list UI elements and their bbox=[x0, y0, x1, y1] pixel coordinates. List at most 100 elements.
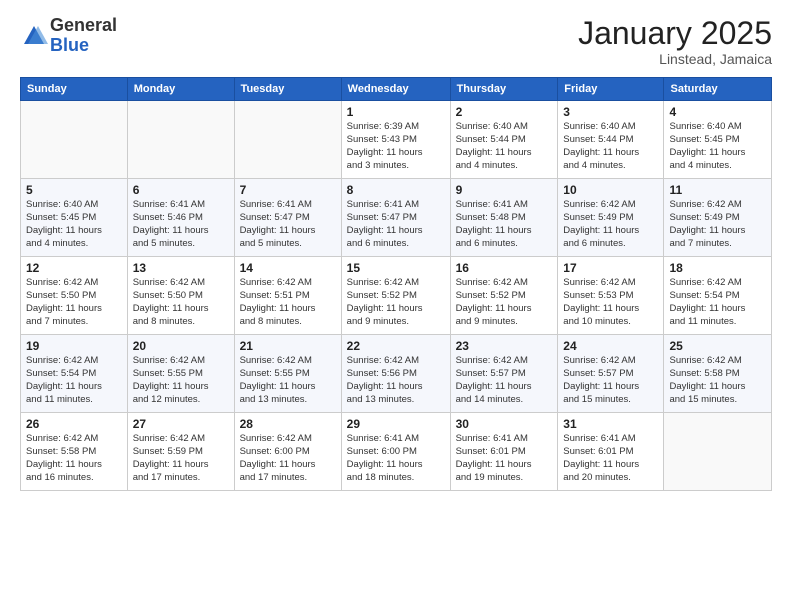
table-row: 23 Sunrise: 6:42 AM Sunset: 5:57 PM Dayli… bbox=[450, 335, 558, 413]
day-number: 8 bbox=[347, 183, 445, 197]
table-row: 25 Sunrise: 6:42 AM Sunset: 5:58 PM Dayli… bbox=[664, 335, 772, 413]
table-row: 21Sunrise: 6:42 AM Sunset: 5:55 PM Dayli… bbox=[234, 335, 341, 413]
day-number: 4 bbox=[669, 105, 766, 119]
day-info: Sunrise: 6:42 AM Sunset: 5:54 PM Dayligh… bbox=[669, 277, 766, 328]
table-row: 11 Sunrise: 6:42 AM Sunset: 5:49 PM Dayli… bbox=[664, 179, 772, 257]
table-row: 19 Sunrise: 6:42 AM Sunset: 5:54 PM Dayli… bbox=[21, 335, 128, 413]
day-info: Sunrise: 6:42 AM Sunset: 5:52 PM Dayligh… bbox=[347, 277, 445, 328]
day-info: Sunrise: 6:42 AM Sunset: 6:00 PM Dayligh… bbox=[240, 433, 336, 484]
day-number: 10 bbox=[563, 183, 658, 197]
header: General Blue January 2025 Linstead, Jama… bbox=[20, 16, 772, 67]
day-number: 22 bbox=[347, 339, 445, 353]
day-info: Sunrise: 6:42 AM Sunset: 5:50 PM Dayligh… bbox=[133, 277, 229, 328]
day-info: Sunrise: 6:42 AM Sunset: 5:54 PM Dayligh… bbox=[26, 355, 122, 406]
week-row-4: 26Sunrise: 6:42 AM Sunset: 5:58 PM Dayli… bbox=[21, 413, 772, 491]
table-row bbox=[21, 101, 128, 179]
logo-blue-text: Blue bbox=[50, 35, 89, 55]
day-info: Sunrise: 6:42 AM Sunset: 5:49 PM Dayligh… bbox=[669, 199, 766, 250]
day-number: 21 bbox=[240, 339, 336, 353]
day-info: Sunrise: 6:42 AM Sunset: 5:52 PM Dayligh… bbox=[456, 277, 553, 328]
day-number: 16 bbox=[456, 261, 553, 275]
table-row: 29 Sunrise: 6:41 AM Sunset: 6:00 PM Dayli… bbox=[341, 413, 450, 491]
day-number: 2 bbox=[456, 105, 553, 119]
table-row: 24 Sunrise: 6:42 AM Sunset: 5:57 PM Dayli… bbox=[558, 335, 664, 413]
day-number: 28 bbox=[240, 417, 336, 431]
table-row: 17 Sunrise: 6:42 AM Sunset: 5:53 PM Dayli… bbox=[558, 257, 664, 335]
day-info: Sunrise: 6:42 AM Sunset: 5:57 PM Dayligh… bbox=[456, 355, 553, 406]
day-info: Sunrise: 6:42 AM Sunset: 5:58 PM Dayligh… bbox=[26, 433, 122, 484]
day-number: 9 bbox=[456, 183, 553, 197]
table-row: 14Sunrise: 6:42 AM Sunset: 5:51 PM Dayli… bbox=[234, 257, 341, 335]
day-number: 18 bbox=[669, 261, 766, 275]
logo: General Blue bbox=[20, 16, 117, 56]
table-row: 6Sunrise: 6:41 AM Sunset: 5:46 PM Daylig… bbox=[127, 179, 234, 257]
day-info: Sunrise: 6:41 AM Sunset: 5:47 PM Dayligh… bbox=[347, 199, 445, 250]
page: General Blue January 2025 Linstead, Jama… bbox=[0, 0, 792, 612]
day-info: Sunrise: 6:42 AM Sunset: 5:55 PM Dayligh… bbox=[133, 355, 229, 406]
table-row bbox=[234, 101, 341, 179]
day-number: 20 bbox=[133, 339, 229, 353]
table-row: 8 Sunrise: 6:41 AM Sunset: 5:47 PM Daylig… bbox=[341, 179, 450, 257]
table-row bbox=[127, 101, 234, 179]
day-info: Sunrise: 6:40 AM Sunset: 5:44 PM Dayligh… bbox=[456, 121, 553, 172]
day-number: 1 bbox=[347, 105, 445, 119]
day-info: Sunrise: 6:41 AM Sunset: 5:48 PM Dayligh… bbox=[456, 199, 553, 250]
table-row: 13Sunrise: 6:42 AM Sunset: 5:50 PM Dayli… bbox=[127, 257, 234, 335]
day-number: 15 bbox=[347, 261, 445, 275]
day-number: 7 bbox=[240, 183, 336, 197]
day-number: 25 bbox=[669, 339, 766, 353]
table-row: 22 Sunrise: 6:42 AM Sunset: 5:56 PM Dayli… bbox=[341, 335, 450, 413]
month-title: January 2025 bbox=[578, 16, 772, 51]
day-info: Sunrise: 6:41 AM Sunset: 6:01 PM Dayligh… bbox=[456, 433, 553, 484]
header-saturday: Saturday bbox=[664, 78, 772, 101]
table-row: 12Sunrise: 6:42 AM Sunset: 5:50 PM Dayli… bbox=[21, 257, 128, 335]
logo-general-text: General bbox=[50, 15, 117, 35]
day-info: Sunrise: 6:41 AM Sunset: 5:47 PM Dayligh… bbox=[240, 199, 336, 250]
table-row: 28 Sunrise: 6:42 AM Sunset: 6:00 PM Dayli… bbox=[234, 413, 341, 491]
table-row: 1Sunrise: 6:39 AM Sunset: 5:43 PM Daylig… bbox=[341, 101, 450, 179]
day-number: 27 bbox=[133, 417, 229, 431]
table-row: 3 Sunrise: 6:40 AM Sunset: 5:44 PM Daylig… bbox=[558, 101, 664, 179]
title-block: January 2025 Linstead, Jamaica bbox=[578, 16, 772, 67]
day-info: Sunrise: 6:40 AM Sunset: 5:44 PM Dayligh… bbox=[563, 121, 658, 172]
week-row-3: 19 Sunrise: 6:42 AM Sunset: 5:54 PM Dayli… bbox=[21, 335, 772, 413]
week-row-1: 5Sunrise: 6:40 AM Sunset: 5:45 PM Daylig… bbox=[21, 179, 772, 257]
day-number: 23 bbox=[456, 339, 553, 353]
day-number: 12 bbox=[26, 261, 122, 275]
table-row: 5Sunrise: 6:40 AM Sunset: 5:45 PM Daylig… bbox=[21, 179, 128, 257]
header-wednesday: Wednesday bbox=[341, 78, 450, 101]
day-number: 31 bbox=[563, 417, 658, 431]
table-row: 4 Sunrise: 6:40 AM Sunset: 5:45 PM Daylig… bbox=[664, 101, 772, 179]
day-info: Sunrise: 6:40 AM Sunset: 5:45 PM Dayligh… bbox=[669, 121, 766, 172]
day-number: 3 bbox=[563, 105, 658, 119]
day-number: 17 bbox=[563, 261, 658, 275]
header-tuesday: Tuesday bbox=[234, 78, 341, 101]
day-info: Sunrise: 6:42 AM Sunset: 5:53 PM Dayligh… bbox=[563, 277, 658, 328]
day-info: Sunrise: 6:42 AM Sunset: 5:56 PM Dayligh… bbox=[347, 355, 445, 406]
header-monday: Monday bbox=[127, 78, 234, 101]
table-row: 16 Sunrise: 6:42 AM Sunset: 5:52 PM Dayli… bbox=[450, 257, 558, 335]
day-number: 24 bbox=[563, 339, 658, 353]
table-row: 2 Sunrise: 6:40 AM Sunset: 5:44 PM Daylig… bbox=[450, 101, 558, 179]
day-number: 30 bbox=[456, 417, 553, 431]
day-info: Sunrise: 6:42 AM Sunset: 5:51 PM Dayligh… bbox=[240, 277, 336, 328]
table-row: 27Sunrise: 6:42 AM Sunset: 5:59 PM Dayli… bbox=[127, 413, 234, 491]
day-info: Sunrise: 6:42 AM Sunset: 5:58 PM Dayligh… bbox=[669, 355, 766, 406]
day-number: 11 bbox=[669, 183, 766, 197]
day-info: Sunrise: 6:42 AM Sunset: 5:57 PM Dayligh… bbox=[563, 355, 658, 406]
table-row: 9 Sunrise: 6:41 AM Sunset: 5:48 PM Daylig… bbox=[450, 179, 558, 257]
day-info: Sunrise: 6:41 AM Sunset: 6:00 PM Dayligh… bbox=[347, 433, 445, 484]
day-number: 29 bbox=[347, 417, 445, 431]
table-row: 18 Sunrise: 6:42 AM Sunset: 5:54 PM Dayli… bbox=[664, 257, 772, 335]
day-info: Sunrise: 6:41 AM Sunset: 6:01 PM Dayligh… bbox=[563, 433, 658, 484]
day-info: Sunrise: 6:42 AM Sunset: 5:49 PM Dayligh… bbox=[563, 199, 658, 250]
location: Linstead, Jamaica bbox=[578, 51, 772, 67]
day-number: 19 bbox=[26, 339, 122, 353]
table-row: 20 Sunrise: 6:42 AM Sunset: 5:55 PM Dayli… bbox=[127, 335, 234, 413]
table-row: 26Sunrise: 6:42 AM Sunset: 5:58 PM Dayli… bbox=[21, 413, 128, 491]
week-row-0: 1Sunrise: 6:39 AM Sunset: 5:43 PM Daylig… bbox=[21, 101, 772, 179]
day-info: Sunrise: 6:40 AM Sunset: 5:45 PM Dayligh… bbox=[26, 199, 122, 250]
table-row: 30 Sunrise: 6:41 AM Sunset: 6:01 PM Dayli… bbox=[450, 413, 558, 491]
header-friday: Friday bbox=[558, 78, 664, 101]
week-row-2: 12 Sunrise: 6:42 AM Sunset: 5:50 PM Dayli… bbox=[21, 257, 772, 335]
